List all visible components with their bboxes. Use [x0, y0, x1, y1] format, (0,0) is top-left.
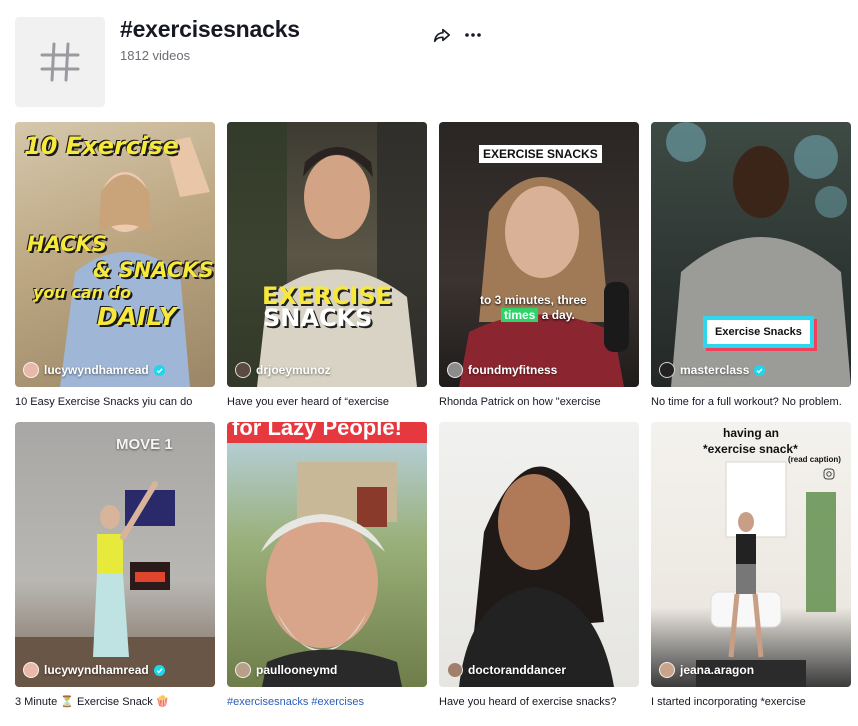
author-name: jeana.aragon: [680, 663, 755, 677]
video-thumbnail[interactable]: MOVE 1 lucywyndhamread: [15, 422, 215, 687]
author-name: lucywyndhamread: [44, 363, 149, 377]
author-avatar: [447, 362, 463, 378]
video-thumbnail[interactable]: 10 Exercise HACKS & SNACKS you can do DA…: [15, 122, 215, 387]
author-name: paullooneymd: [256, 663, 338, 677]
author-avatar: [235, 662, 251, 678]
video-thumbnail[interactable]: having an *exercise snack* (read caption…: [651, 422, 851, 687]
video-card[interactable]: Exercise Snacks masterclass No time for …: [651, 122, 851, 409]
video-author[interactable]: jeana.aragon: [659, 662, 754, 678]
author-name: foundmyfitness: [468, 363, 558, 377]
verified-icon: [153, 664, 165, 676]
author-avatar: [659, 362, 675, 378]
video-card[interactable]: MOVE 1 lucywyndhamread 3 Minute ⏳ Exerci…: [15, 422, 215, 709]
video-author[interactable]: paullooneymd: [235, 662, 337, 678]
overlay-line: times a day.: [501, 308, 575, 322]
video-thumbnail[interactable]: EXERCISE SNACKS to 3 minutes, three time…: [439, 122, 639, 387]
overlay-label: Exercise Snacks: [703, 316, 814, 348]
author-name: doctoranddancer: [468, 663, 567, 677]
instagram-icon: [823, 468, 835, 480]
overlay-text: SNACKS: [263, 304, 373, 332]
video-author[interactable]: foundmyfitness: [447, 362, 557, 378]
overlay-label: EXERCISE SNACKS: [479, 145, 602, 163]
verified-icon: [153, 364, 165, 376]
overlay-text: having an: [723, 426, 780, 440]
video-thumbnail[interactable]: Exercise Snacks masterclass: [651, 122, 851, 387]
video-thumbnail[interactable]: doctoranddancer: [439, 422, 639, 687]
video-author[interactable]: masterclass: [659, 362, 766, 378]
video-card[interactable]: doctoranddancer Have you heard of exerci…: [439, 422, 639, 709]
author-avatar: [447, 662, 463, 678]
share-button[interactable]: [431, 24, 453, 46]
video-caption[interactable]: 10 Easy Exercise Snacks yiu can do: [15, 395, 215, 409]
overlay-text: DAILY: [97, 302, 177, 331]
overlay-text: *exercise snack*: [703, 442, 798, 456]
video-card[interactable]: EXERCISE SNACKS to 3 minutes, three time…: [439, 122, 639, 409]
video-author[interactable]: drjoeymunoz: [235, 362, 331, 378]
overlay-text: you can do: [33, 283, 132, 302]
highlight-word: times: [501, 308, 539, 322]
page-title: #exercisesnacks: [120, 16, 300, 42]
video-thumbnail[interactable]: for Lazy People! paullooneymd: [227, 422, 427, 687]
video-caption[interactable]: 3 Minute ⏳ Exercise Snack 🍿: [15, 695, 215, 709]
video-card[interactable]: for Lazy People! paullooneymd #exercises…: [227, 422, 427, 709]
person-figure: [227, 122, 427, 387]
author-name: drjoeymunoz: [256, 363, 331, 377]
author-avatar: [23, 362, 39, 378]
overlay-text: & SNACKS: [93, 258, 214, 282]
video-thumbnail[interactable]: EXERCISE SNACKS drjoeymunoz: [227, 122, 427, 387]
video-caption[interactable]: Have you ever heard of “exercise: [227, 395, 427, 409]
person-figure: [459, 466, 614, 687]
overlay-text: for Lazy People!: [232, 422, 402, 440]
hashtag-icon: [40, 42, 80, 82]
hashtag-avatar: [15, 17, 105, 107]
video-caption[interactable]: I started incorporating *exercise: [651, 695, 851, 709]
person-figure: [261, 462, 402, 687]
more-options-button[interactable]: [462, 24, 484, 46]
video-caption[interactable]: #exercisesnacks #exercises: [227, 695, 427, 709]
room-scene: [15, 481, 215, 687]
video-caption[interactable]: Rhonda Patrick on how "exercise: [439, 395, 639, 409]
overlay-text: 10 Exercise: [24, 132, 179, 160]
video-grid: 10 Exercise HACKS & SNACKS you can do DA…: [15, 122, 851, 709]
video-author[interactable]: doctoranddancer: [447, 662, 566, 678]
share-icon: [433, 28, 451, 43]
video-card[interactable]: 10 Exercise HACKS & SNACKS you can do DA…: [15, 122, 215, 409]
overlay-banner: for Lazy People!: [227, 422, 427, 443]
video-author[interactable]: lucywyndhamread: [23, 662, 165, 678]
more-icon: [465, 33, 481, 37]
video-author[interactable]: lucywyndhamread: [23, 362, 165, 378]
overlay-text: (read caption): [788, 455, 841, 464]
author-name: masterclass: [680, 363, 750, 377]
author-avatar: [23, 662, 39, 678]
video-caption[interactable]: No time for a full workout? No problem.: [651, 395, 851, 409]
verified-icon: [754, 364, 766, 376]
overlay-text: to 3 minutes, three: [480, 293, 587, 307]
overlay-text: HACKS: [27, 232, 107, 256]
author-avatar: [235, 362, 251, 378]
video-count: 1812 videos: [120, 48, 191, 63]
video-card[interactable]: having an *exercise snack* (read caption…: [651, 422, 851, 709]
video-caption[interactable]: Have you heard of exercise snacks?: [439, 695, 639, 709]
overlay-text: a day.: [541, 308, 575, 322]
author-name: lucywyndhamread: [44, 663, 149, 677]
overlay-text: MOVE 1: [116, 436, 173, 453]
tag-header: #exercisesnacks 1812 videos: [0, 0, 858, 120]
video-card[interactable]: EXERCISE SNACKS drjoeymunoz Have you eve…: [227, 122, 427, 409]
author-avatar: [659, 662, 675, 678]
